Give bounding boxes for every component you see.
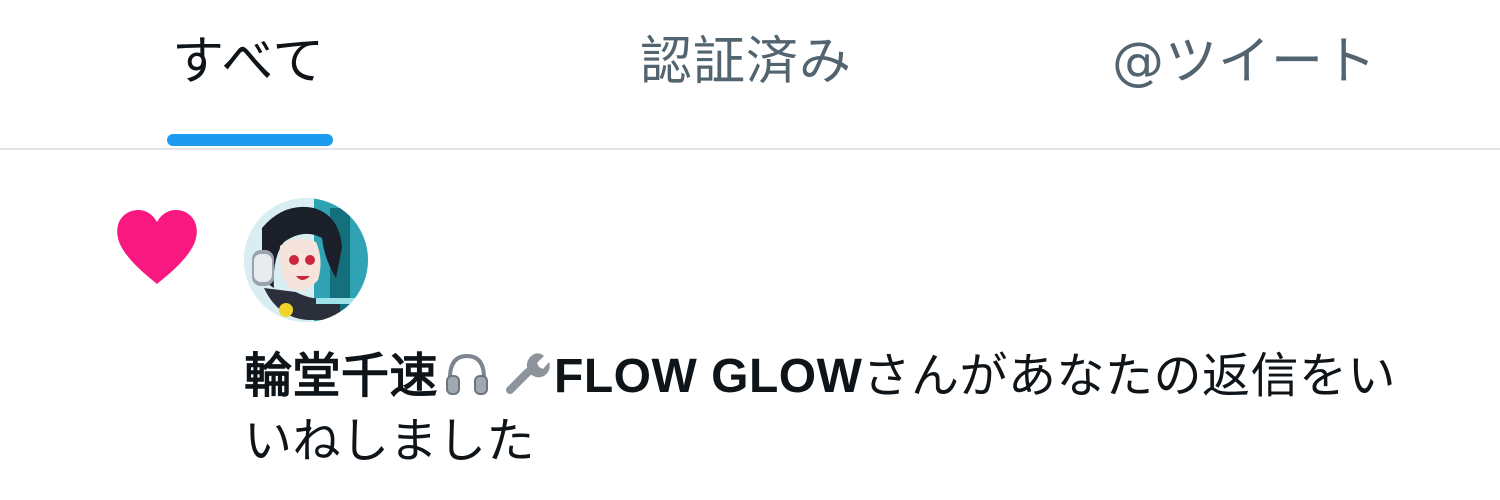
avatar-illustration — [244, 198, 368, 322]
notifications-page: すべて 認証済み @ツイート 輪堂千速 FLOW GLOWさんがあなたの返信をい… — [0, 0, 1500, 500]
headphones-icon — [446, 353, 489, 395]
heart-icon — [117, 210, 197, 284]
notification-message: 輪堂千速 FLOW GLOWさんがあなたの返信をいいねしました — [244, 344, 1424, 473]
tab-all-label: すべて — [172, 32, 326, 92]
tab-mentions[interactable]: @ツイート — [1080, 0, 1410, 148]
tab-all[interactable]: すべて — [120, 0, 380, 148]
tab-verified[interactable]: 認証済み — [600, 0, 900, 148]
user-display-name[interactable]: 輪堂千速 FLOW GLOW — [244, 348, 862, 404]
notification-tabs: すべて 認証済み @ツイート — [0, 0, 1500, 150]
tab-mentions-label: @ツイート — [1112, 32, 1378, 92]
user-name-brand: FLOW GLOW — [554, 350, 863, 403]
like-notification[interactable]: 輪堂千速 FLOW GLOWさんがあなたの返信をいいねしました — [0, 152, 1500, 500]
user-name-text: 輪堂千速 — [244, 348, 439, 404]
tab-verified-label: 認証済み — [640, 32, 853, 92]
wrench-icon — [506, 353, 550, 394]
user-avatar[interactable] — [244, 198, 368, 322]
active-tab-indicator — [167, 134, 333, 146]
